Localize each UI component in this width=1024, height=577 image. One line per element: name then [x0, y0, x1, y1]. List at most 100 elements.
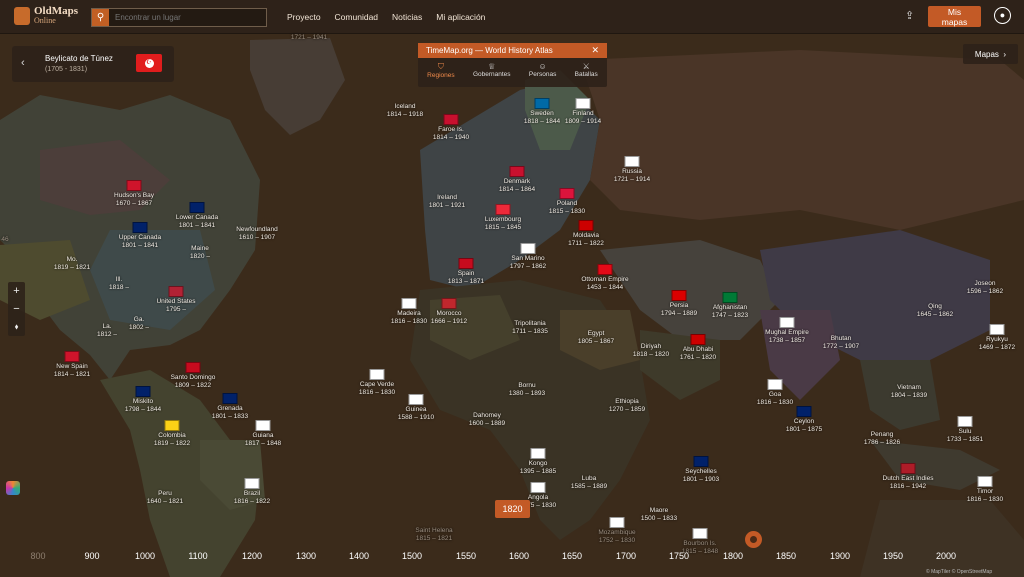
- region-flag-icon[interactable]: [401, 298, 417, 309]
- timeline-tick[interactable]: 1400: [349, 551, 369, 561]
- layers-icon[interactable]: [6, 481, 20, 495]
- mis-mapas-button[interactable]: Mis mapas: [928, 6, 981, 27]
- timeline-tick[interactable]: 1500: [402, 551, 422, 561]
- region-flag-icon[interactable]: [458, 258, 474, 269]
- region-label[interactable]: Upper Canada 1801 – 1841: [119, 234, 161, 250]
- tab-gobernantes[interactable]: ♕ Gobernantes: [473, 62, 511, 79]
- region-label[interactable]: Bhutan 1772 – 1907: [823, 335, 859, 351]
- region-label[interactable]: Ireland 1801 – 1921: [429, 194, 465, 210]
- region-flag-icon[interactable]: [185, 362, 201, 373]
- region-label[interactable]: La. 1812 –: [97, 323, 117, 339]
- timeline-tick[interactable]: 1550: [456, 551, 476, 561]
- region-flag-icon[interactable]: [132, 222, 148, 233]
- region-flag-icon[interactable]: [534, 98, 550, 109]
- nav-noticias[interactable]: Noticias: [392, 12, 422, 22]
- region-label[interactable]: Faroe Is. 1814 – 1940: [433, 126, 469, 142]
- timeline-handle[interactable]: [745, 531, 762, 548]
- region-flag-icon[interactable]: [597, 264, 613, 275]
- region-flag-icon[interactable]: [64, 351, 80, 362]
- region-label[interactable]: Miskito 1798 – 1844: [125, 398, 161, 414]
- region-label[interactable]: Abu Dhabi 1761 – 1820: [680, 346, 716, 362]
- region-label[interactable]: Moldavia 1711 – 1822: [568, 232, 604, 248]
- region-flag-icon[interactable]: [796, 406, 812, 417]
- timeline-tick[interactable]: 1700: [616, 551, 636, 561]
- region-flag-icon[interactable]: [164, 420, 180, 431]
- region-label[interactable]: Iceland 1814 – 1918: [387, 103, 423, 119]
- timeline-tick[interactable]: 1600: [509, 551, 529, 561]
- region-flag-icon[interactable]: [168, 286, 184, 297]
- timeline-tick[interactable]: 900: [84, 551, 99, 561]
- region-flag-icon[interactable]: [530, 482, 546, 493]
- region-label[interactable]: Brazil 1816 – 1822: [234, 490, 270, 506]
- region-flag-icon[interactable]: [255, 420, 271, 431]
- region-label[interactable]: Afghanistan 1747 – 1823: [712, 304, 748, 320]
- region-label[interactable]: Poland 1815 – 1830: [549, 200, 585, 216]
- region-flag-icon[interactable]: [957, 416, 973, 427]
- compass-icon[interactable]: ⬧: [8, 318, 25, 336]
- search-icon[interactable]: ⚲: [92, 9, 109, 26]
- region-flag-icon[interactable]: [767, 379, 783, 390]
- timeline-tick[interactable]: 1950: [883, 551, 903, 561]
- nav-proyecto[interactable]: Proyecto: [287, 12, 321, 22]
- region-flag-icon[interactable]: [530, 448, 546, 459]
- region-label[interactable]: Persia 1794 – 1889: [661, 302, 697, 318]
- region-flag-icon[interactable]: [977, 476, 993, 487]
- region-flag-icon[interactable]: [559, 188, 575, 199]
- region-label[interactable]: Kongo 1395 – 1885: [520, 460, 556, 476]
- region-label[interactable]: Dahomey 1600 – 1889: [469, 412, 505, 428]
- region-flag-icon[interactable]: [495, 204, 511, 215]
- region-label[interactable]: Hudson's Bay 1670 – 1867: [114, 192, 154, 208]
- timeline-tick[interactable]: 800: [30, 551, 45, 561]
- region-label[interactable]: Morocco 1666 – 1912: [431, 310, 467, 326]
- region-label[interactable]: Ga. 1802 –: [129, 316, 149, 332]
- region-flag-icon[interactable]: [244, 478, 260, 489]
- region-label[interactable]: Mo. 1819 – 1821: [54, 256, 90, 272]
- region-label[interactable]: Guinea 1588 – 1910: [398, 406, 434, 422]
- region-label[interactable]: Tripolitania 1711 – 1835: [512, 320, 548, 336]
- timeline-tick[interactable]: 1650: [562, 551, 582, 561]
- logo[interactable]: OldMaps Online: [14, 6, 78, 25]
- region-flag-icon[interactable]: [441, 298, 457, 309]
- region-label[interactable]: Mughal Empire 1738 – 1857: [765, 329, 809, 345]
- timeline-tick[interactable]: 1100: [188, 551, 207, 561]
- region-label[interactable]: Santo Domingo 1809 – 1822: [171, 374, 216, 390]
- region-label[interactable]: New Spain 1814 – 1821: [54, 363, 90, 379]
- tab-batallas[interactable]: ⚔ Batallas: [575, 62, 598, 79]
- timeline-tick[interactable]: 1900: [830, 551, 850, 561]
- region-label[interactable]: Spain 1813 – 1871: [448, 270, 484, 286]
- region-label[interactable]: Russia 1721 – 1914: [614, 168, 650, 184]
- region-flag-icon[interactable]: [408, 394, 424, 405]
- region-label[interactable]: Vietnam 1804 – 1839: [891, 384, 927, 400]
- region-flag-icon[interactable]: [135, 386, 151, 397]
- region-label[interactable]: Lower Canada 1801 – 1841: [176, 214, 218, 230]
- region-flag-icon[interactable]: [189, 202, 205, 213]
- region-flag-icon[interactable]: [989, 324, 1005, 335]
- region-label[interactable]: Diriyah 1818 – 1820: [633, 343, 669, 359]
- region-flag-icon[interactable]: [509, 166, 525, 177]
- region-label[interactable]: San Marino 1797 – 1862: [510, 255, 546, 271]
- region-label[interactable]: Ryukyu 1469 – 1872: [979, 336, 1015, 352]
- timeline-tick[interactable]: 2000: [936, 551, 956, 561]
- region-label[interactable]: Goa 1816 – 1830: [757, 391, 793, 407]
- region-label[interactable]: Dutch East Indies 1816 – 1942: [883, 475, 934, 491]
- timeline-tick[interactable]: 1300: [296, 551, 316, 561]
- zoom-in-button[interactable]: +: [8, 282, 25, 300]
- search-input[interactable]: [109, 9, 266, 26]
- region-label[interactable]: Sulu 1733 – 1851: [947, 428, 983, 444]
- region-flag-icon[interactable]: [624, 156, 640, 167]
- region-label[interactable]: Bornu 1380 – 1893: [509, 382, 545, 398]
- region-label[interactable]: Egypt 1805 – 1867: [578, 330, 614, 346]
- region-flag-icon[interactable]: [126, 180, 142, 191]
- region-label[interactable]: Qing 1645 – 1862: [917, 303, 953, 319]
- region-label[interactable]: Maore 1500 – 1833: [641, 507, 677, 523]
- region-flag-icon[interactable]: [575, 98, 591, 109]
- region-label[interactable]: Seychelles 1801 – 1903: [683, 468, 719, 484]
- region-label[interactable]: Sweden 1818 – 1844: [524, 110, 560, 126]
- timeline-tick[interactable]: 1000: [135, 551, 155, 561]
- timeline-tick[interactable]: 1800: [723, 551, 743, 561]
- region-label[interactable]: Luba 1585 – 1889: [571, 475, 607, 491]
- region-label[interactable]: Penang 1786 – 1826: [864, 431, 900, 447]
- region-label[interactable]: Ill. 1818 –: [109, 276, 129, 292]
- region-label[interactable]: Newfoundland 1610 – 1907: [236, 226, 278, 242]
- region-label[interactable]: Timor 1816 – 1830: [967, 488, 1003, 504]
